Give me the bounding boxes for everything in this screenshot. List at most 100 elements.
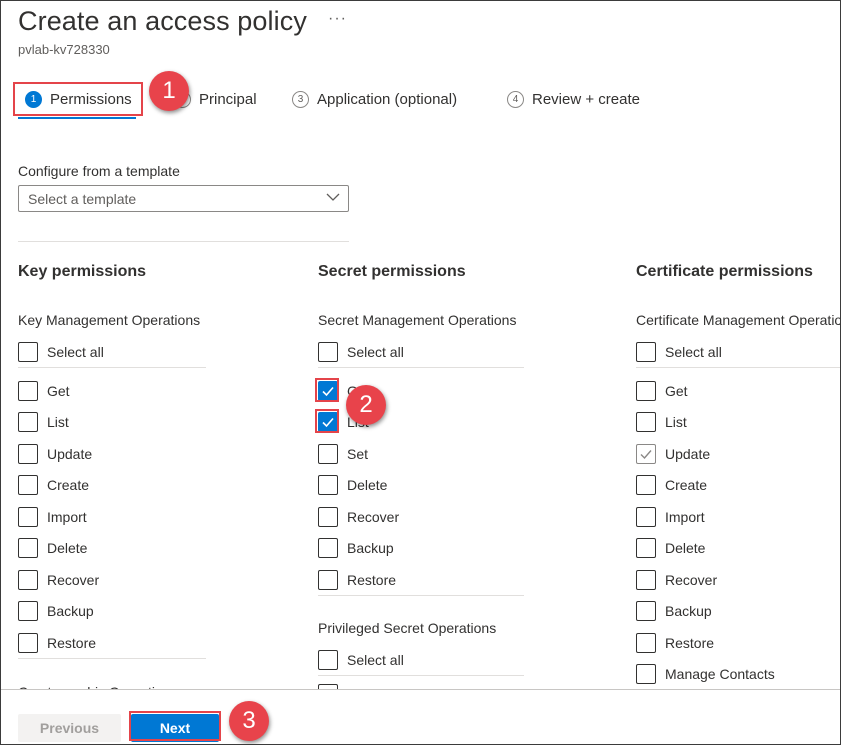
checkbox[interactable] [636,412,656,432]
active-tab-indicator [18,117,136,119]
secret-perm-recover[interactable]: Recover [318,506,399,528]
checkbox-label: Import [47,509,87,525]
cert-select-all[interactable]: Select all [636,341,722,363]
callout-3-badge: 3 [229,701,269,741]
checkbox[interactable] [318,570,338,590]
checkbox-label: Restore [665,635,715,651]
cert-perm-recover[interactable]: Recover [636,569,717,591]
checkbox[interactable] [18,538,38,558]
checkbox[interactable] [636,507,656,527]
divider [18,367,206,368]
tab-review-create[interactable]: 4 Review + create [507,79,640,119]
cert-perm-restore[interactable]: Restore [636,632,714,654]
cert-perm-import[interactable]: Import [636,506,705,528]
checkbox-label: List [665,414,687,430]
checkbox[interactable] [318,650,338,670]
checkbox[interactable] [18,633,38,653]
privileged-select-all[interactable]: Select all [318,649,404,671]
key-perm-update[interactable]: Update [18,443,92,465]
certificate-permissions-heading: Certificate permissions [636,263,813,281]
checkbox[interactable] [636,570,656,590]
cert-perm-get[interactable]: Get [636,380,688,402]
cert-perm-backup[interactable]: Backup [636,600,712,622]
privileged-secret-label: Privileged Secret Operations [318,620,497,636]
secret-permissions-heading: Secret permissions [318,263,466,281]
cert-perm-create[interactable]: Create [636,474,707,496]
checkbox[interactable] [636,475,656,495]
key-perm-create[interactable]: Create [18,474,89,496]
checkbox[interactable] [636,538,656,558]
more-options-icon[interactable]: ··· [328,10,347,28]
checkbox[interactable] [636,664,656,684]
key-perm-delete[interactable]: Delete [18,537,87,559]
secret-perm-restore[interactable]: Restore [318,569,396,591]
checkbox[interactable] [636,381,656,401]
certificate-permissions-title: Certificate permissions [636,263,813,280]
checkbox-label: Get [47,383,70,399]
divider [318,367,524,368]
secret-select-all[interactable]: Select all [318,341,404,363]
cert-perm-list[interactable]: List [636,411,687,433]
key-perm-backup[interactable]: Backup [18,600,94,622]
template-dropdown[interactable]: Select a template [18,185,349,212]
key-permissions-heading: Key permissions [18,263,146,281]
checkbox[interactable] [18,570,38,590]
checkbox[interactable] [18,342,38,362]
checkbox-checked[interactable] [636,444,656,464]
checkbox-label: Select all [665,344,722,360]
key-perm-get[interactable]: Get [18,380,70,402]
checkbox[interactable] [18,412,38,432]
divider [18,658,206,659]
checkbox-label: Restore [347,572,397,588]
key-perm-import[interactable]: Import [18,506,87,528]
previous-button[interactable]: Previous [18,714,121,742]
divider [318,675,524,676]
checkbox-label: Select all [47,344,104,360]
checkbox[interactable] [18,381,38,401]
callout-2-badge: 2 [346,385,386,425]
divider [318,595,524,596]
secret-perm-set[interactable]: Set [318,443,368,465]
tab-application[interactable]: 3 Application (optional) [292,79,457,119]
checkbox-label: Delete [347,477,388,493]
checkbox[interactable] [636,601,656,621]
key-perm-list[interactable]: List [18,411,69,433]
checkbox[interactable] [18,507,38,527]
page-subtitle: pvlab-kv728330 [18,42,110,57]
create-access-policy-page: Create an access policy ··· pvlab-kv7283… [0,0,841,745]
key-perm-recover[interactable]: Recover [18,569,99,591]
key-management-label: Key Management Operations [18,312,201,328]
callout-1-badge: 1 [149,71,189,111]
secret-perm-delete[interactable]: Delete [318,474,387,496]
cert-perm-manage-contacts[interactable]: Manage Contacts [636,663,775,685]
checkbox[interactable] [318,507,338,527]
checkbox-label: Backup [347,540,394,556]
checkbox-label: Update [665,446,711,462]
chevron-down-icon [326,193,340,201]
checkbox[interactable] [18,475,38,495]
checkbox[interactable] [18,601,38,621]
key-perm-restore[interactable]: Restore [18,632,96,654]
secret-perm-backup[interactable]: Backup [318,537,394,559]
checkbox-label: Manage Contacts [665,666,775,682]
secret-management-label: Secret Management Operations [318,312,517,328]
footer-bar: Previous Next [1,689,840,744]
checkbox[interactable] [318,475,338,495]
checkbox[interactable] [636,633,656,653]
divider [636,367,840,368]
checkbox-label: Recover [665,572,718,588]
checkbox-label: Get [665,383,688,399]
checkbox[interactable] [636,342,656,362]
checkbox-label: Delete [47,540,88,556]
tab-label: Principal [199,90,257,108]
key-permissions-title: Key permissions [18,263,147,280]
checkbox[interactable] [318,342,338,362]
key-select-all[interactable]: Select all [18,341,104,363]
cert-perm-delete[interactable]: Delete [636,537,705,559]
template-label: Configure from a template [18,163,180,179]
checkbox[interactable] [318,538,338,558]
checkbox-label: Create [665,477,708,493]
checkbox[interactable] [18,444,38,464]
checkbox[interactable] [318,444,338,464]
cert-perm-update[interactable]: Update [636,443,710,465]
